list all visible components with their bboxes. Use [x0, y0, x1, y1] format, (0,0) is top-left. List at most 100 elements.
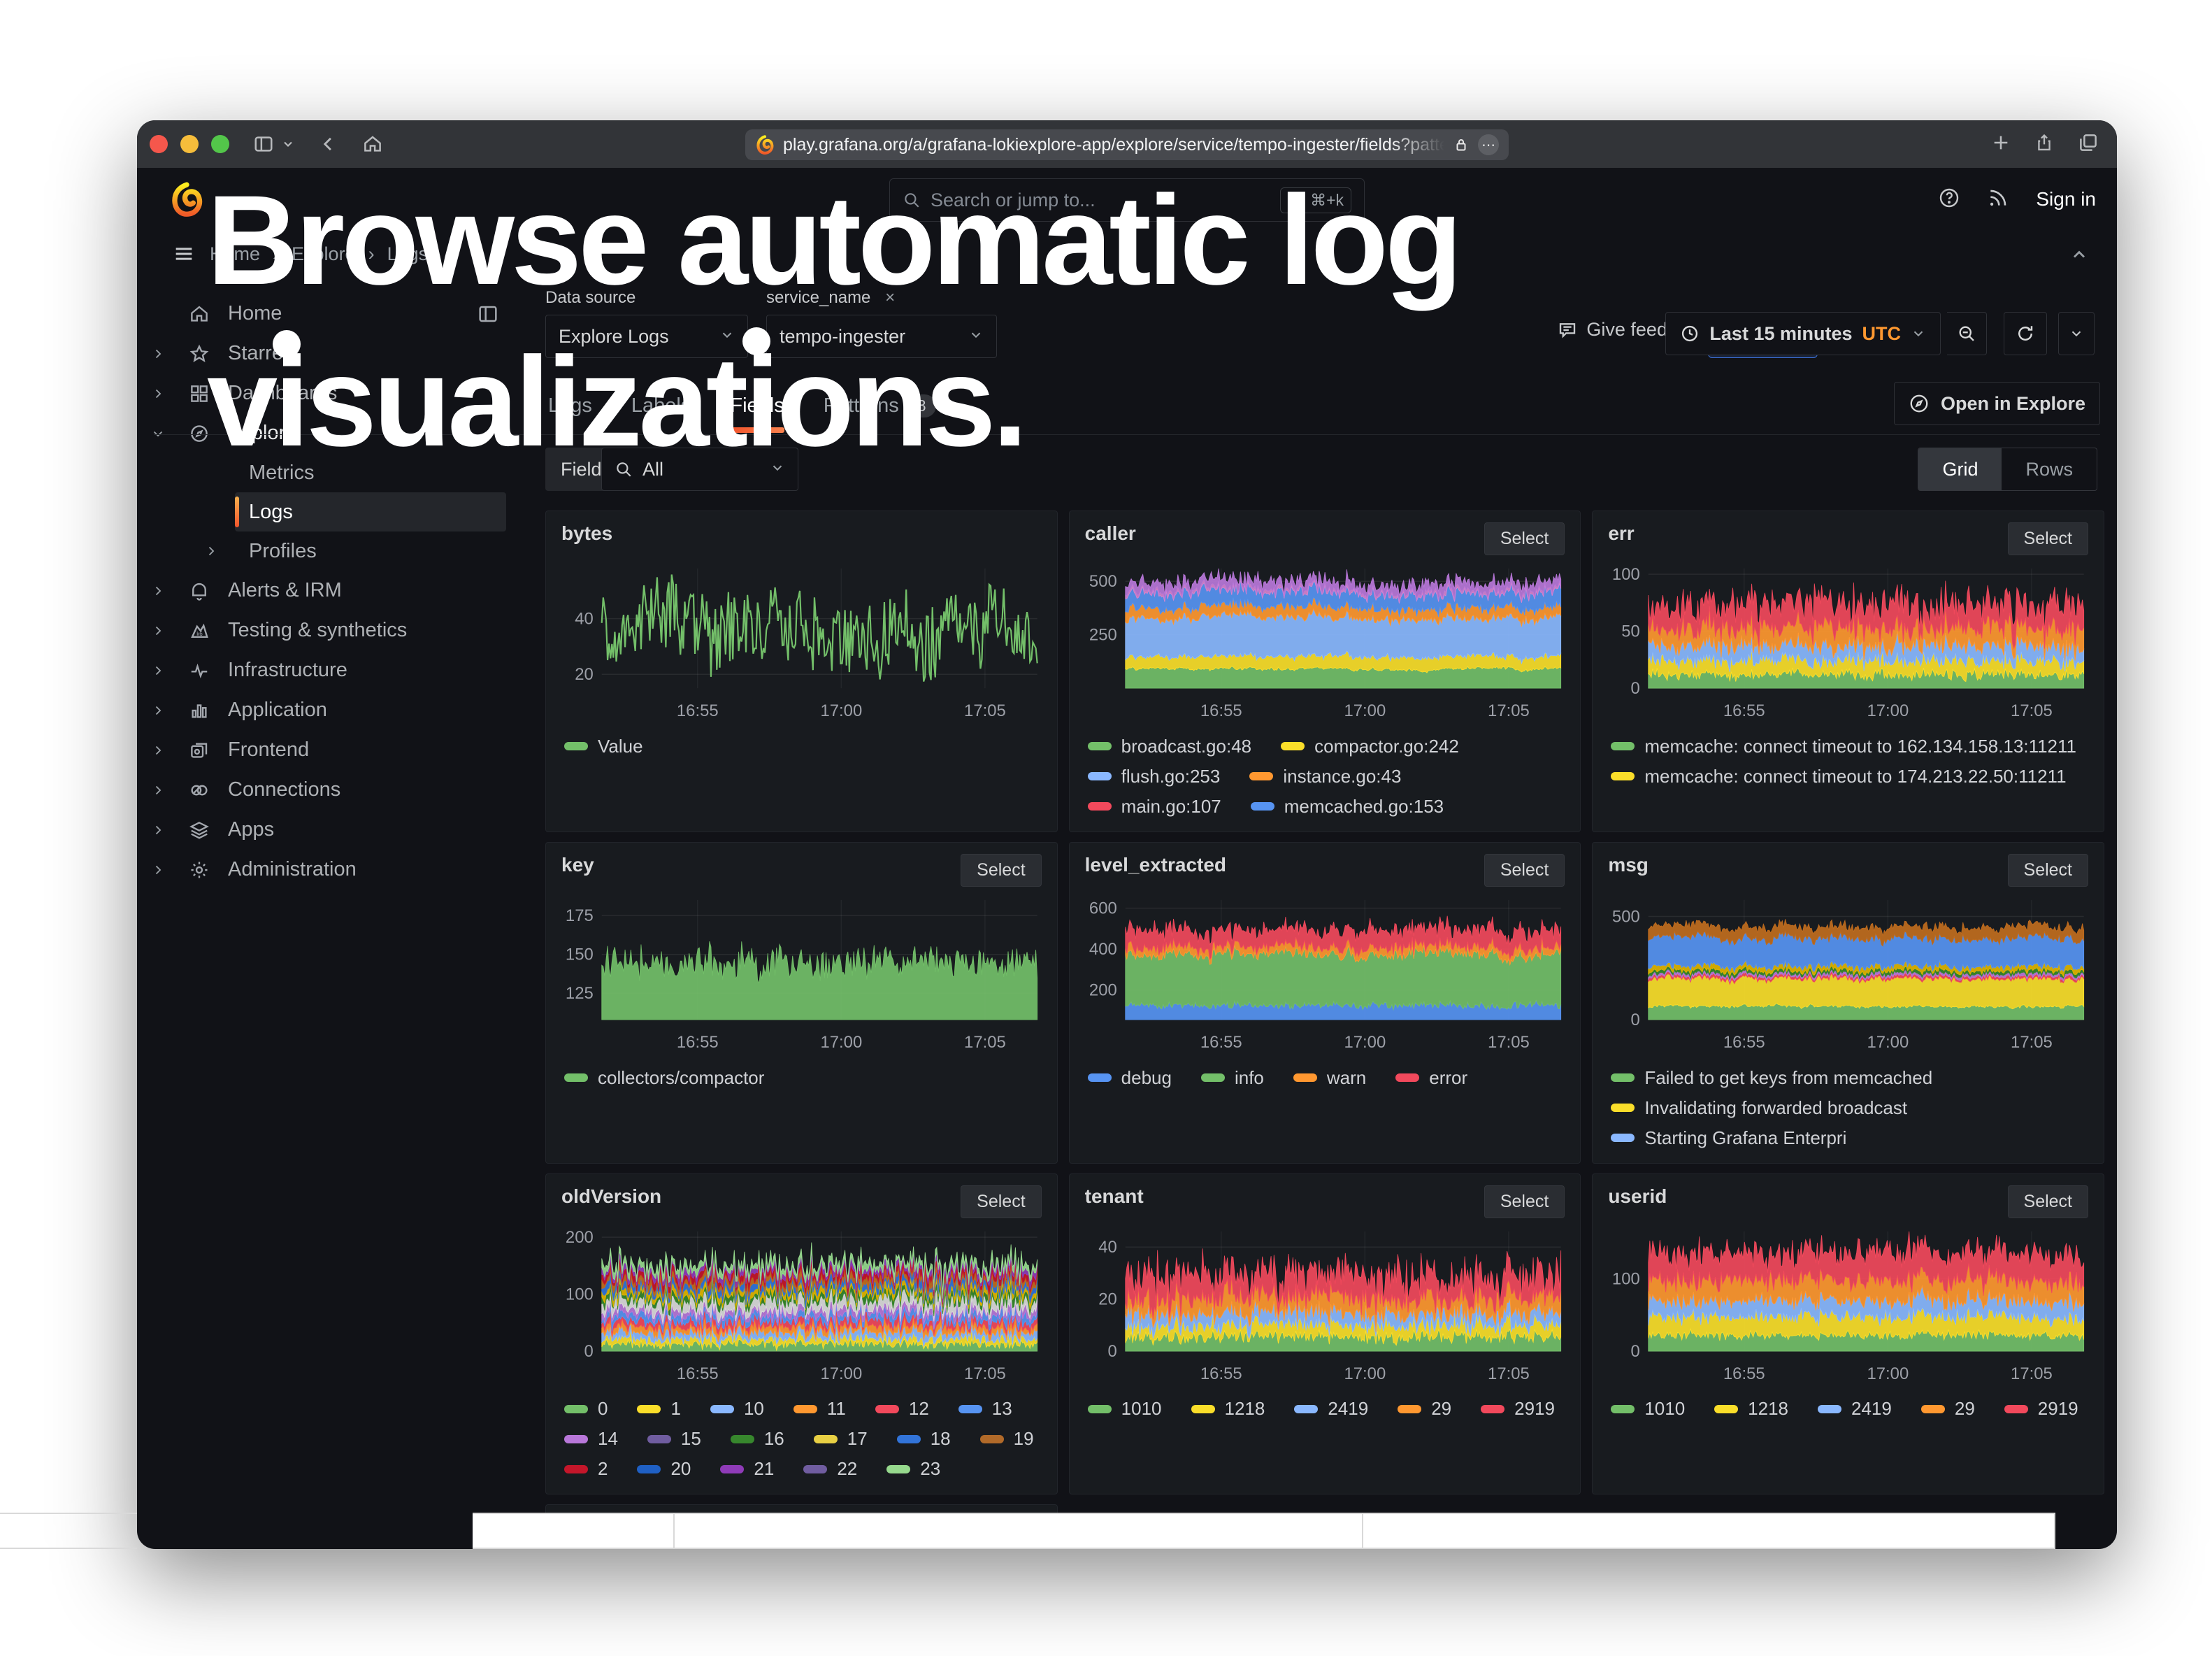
sidebar-item-logs[interactable]: Logs [235, 492, 506, 531]
news-icon[interactable] [1987, 187, 2009, 213]
chart-area[interactable]: 204016:5517:0017:05 [561, 559, 1042, 731]
chevron-right-icon[interactable] [137, 862, 179, 878]
url-bar[interactable]: play.grafana.org/a/grafana-lokiexplore-a… [745, 129, 1509, 160]
select-button[interactable]: Select [1484, 1185, 1565, 1218]
sidebar-item-alerts-irm[interactable]: Alerts & IRM [137, 571, 517, 611]
time-series-chart[interactable]: 25050016:5517:0017:05 [1085, 559, 1565, 731]
url-more-icon[interactable]: ⋯ [1478, 134, 1499, 155]
chart-area[interactable]: 05010016:5517:0017:05 [1608, 559, 2088, 731]
select-button[interactable]: Select [1484, 854, 1565, 887]
sidebar-item-infrastructure[interactable]: Infrastructure [137, 650, 517, 690]
sidebar-item-testing-synthetics[interactable]: k6Testing & synthetics [137, 611, 517, 650]
legend-item[interactable]: main.go:107 [1088, 796, 1221, 818]
legend-item[interactable]: 1218 [1191, 1398, 1265, 1420]
legend-item[interactable]: 23 [886, 1458, 940, 1480]
sidebar-item-application[interactable]: Application [137, 690, 517, 730]
menu-icon[interactable] [172, 242, 196, 269]
legend-item[interactable]: Invalidating forwarded broadcast [1611, 1097, 1907, 1119]
tab-overview-icon[interactable] [2078, 132, 2099, 157]
chevron-right-icon[interactable] [137, 662, 179, 679]
legend-item[interactable]: 21 [720, 1458, 774, 1480]
time-series-chart[interactable]: 010016:5517:0017:05 [1608, 1222, 2088, 1394]
refresh-interval-dropdown[interactable] [2058, 312, 2095, 355]
legend-item[interactable]: collectors/compactor [564, 1067, 764, 1089]
chart-area[interactable]: 050016:5517:0017:05 [1608, 890, 2088, 1063]
time-range-picker[interactable]: Last 15 minutes UTC [1665, 312, 1941, 355]
chevron-right-icon[interactable] [137, 782, 179, 799]
legend-item[interactable]: 19 [980, 1428, 1034, 1450]
chevron-right-icon[interactable] [137, 822, 179, 838]
help-icon[interactable] [1938, 187, 1960, 213]
chevron-down-icon[interactable] [137, 425, 179, 442]
select-button[interactable]: Select [2008, 1185, 2088, 1218]
legend-item[interactable]: 17 [814, 1428, 868, 1450]
legend-item[interactable]: 13 [958, 1398, 1012, 1420]
legend-item[interactable]: Failed to get keys from memcached [1611, 1067, 1932, 1089]
select-button[interactable]: Select [961, 1185, 1041, 1218]
legend-item[interactable]: 18 [897, 1428, 951, 1450]
legend-item[interactable]: 22 [803, 1458, 857, 1480]
chevron-right-icon[interactable] [203, 543, 220, 559]
chevron-right-icon[interactable] [137, 742, 179, 759]
legend-item[interactable]: debug [1088, 1067, 1172, 1089]
legend-item[interactable]: Starting Grafana Enterpri [1611, 1127, 1846, 1149]
chevron-right-icon[interactable] [137, 345, 179, 362]
legend-item[interactable]: 1010 [1088, 1398, 1162, 1420]
legend-item[interactable]: memcache: connect timeout to 174.213.22.… [1611, 766, 2066, 787]
sidebar-item-frontend[interactable]: Frontend [137, 730, 517, 770]
close-window-button[interactable] [150, 135, 168, 153]
legend-item[interactable]: broadcast.go:48 [1088, 736, 1251, 757]
legend-item[interactable]: flush.go:253 [1088, 766, 1221, 787]
legend-item[interactable]: 0 [564, 1398, 608, 1420]
chart-area[interactable]: 12515017516:5517:0017:05 [561, 890, 1042, 1063]
legend-item[interactable]: 2419 [1818, 1398, 1892, 1420]
select-button[interactable]: Select [1484, 522, 1565, 555]
back-icon[interactable] [319, 134, 338, 154]
legend-item[interactable]: 10 [710, 1398, 764, 1420]
legend-item[interactable]: warn [1293, 1067, 1366, 1089]
chart-area[interactable]: 0204016:5517:0017:05 [1085, 1222, 1565, 1394]
legend-item[interactable]: 15 [647, 1428, 701, 1450]
chart-area[interactable]: 25050016:5517:0017:05 [1085, 559, 1565, 731]
legend-item[interactable]: 2919 [2004, 1398, 2078, 1420]
legend-item[interactable]: 2 [564, 1458, 608, 1480]
sidebar-item-apps[interactable]: Apps [137, 810, 517, 850]
sidebar-item-connections[interactable]: Connections [137, 770, 517, 810]
legend-item[interactable]: 12 [875, 1398, 929, 1420]
time-series-chart[interactable]: 05010016:5517:0017:05 [1608, 559, 2088, 731]
chevron-right-icon[interactable] [137, 385, 179, 402]
legend-item[interactable]: info [1201, 1067, 1264, 1089]
legend-item[interactable]: 29 [1921, 1398, 1975, 1420]
sidebar-item-profiles[interactable]: Profiles [235, 531, 506, 571]
legend-item[interactable]: 16 [731, 1428, 784, 1450]
time-series-chart[interactable]: 20040060016:5517:0017:05 [1085, 890, 1565, 1063]
legend-item[interactable]: 1218 [1714, 1398, 1788, 1420]
chevron-right-icon[interactable] [137, 702, 179, 719]
legend-item[interactable]: memcache: connect timeout to 162.134.158… [1611, 736, 2076, 757]
select-button[interactable]: Select [2008, 522, 2088, 555]
legend-item[interactable]: error [1395, 1067, 1467, 1089]
legend-item[interactable]: 2919 [1481, 1398, 1555, 1420]
chart-area[interactable]: 20040060016:5517:0017:05 [1085, 890, 1565, 1063]
legend-item[interactable]: 14 [564, 1428, 618, 1450]
sign-in-button[interactable]: Sign in [2036, 188, 2096, 210]
sidebar-item-administration[interactable]: Administration [137, 850, 517, 890]
layout-grid-button[interactable]: Grid [1918, 448, 2002, 490]
time-series-chart[interactable]: 0204016:5517:0017:05 [1085, 1222, 1565, 1394]
layout-rows-button[interactable]: Rows [2002, 448, 2097, 490]
legend-item[interactable]: 20 [637, 1458, 691, 1480]
legend-item[interactable]: 1010 [1611, 1398, 1685, 1420]
home-chrome-icon[interactable] [362, 134, 383, 155]
zoom-out-time-button[interactable] [1947, 312, 1987, 355]
minimize-window-button[interactable] [180, 135, 199, 153]
legend-item[interactable]: Value [564, 736, 643, 757]
sidebar-toggle-icon[interactable] [253, 134, 274, 155]
refresh-button[interactable] [2004, 312, 2047, 355]
new-tab-icon[interactable] [1991, 133, 2011, 156]
legend-item[interactable]: 2419 [1294, 1398, 1368, 1420]
legend-item[interactable]: memcached.go:153 [1251, 796, 1444, 818]
legend-item[interactable]: 11 [793, 1398, 846, 1420]
time-series-chart[interactable]: 050016:5517:0017:05 [1608, 890, 2088, 1063]
legend-item[interactable]: instance.go:43 [1249, 766, 1401, 787]
time-series-chart[interactable]: 204016:5517:0017:05 [561, 559, 1042, 731]
